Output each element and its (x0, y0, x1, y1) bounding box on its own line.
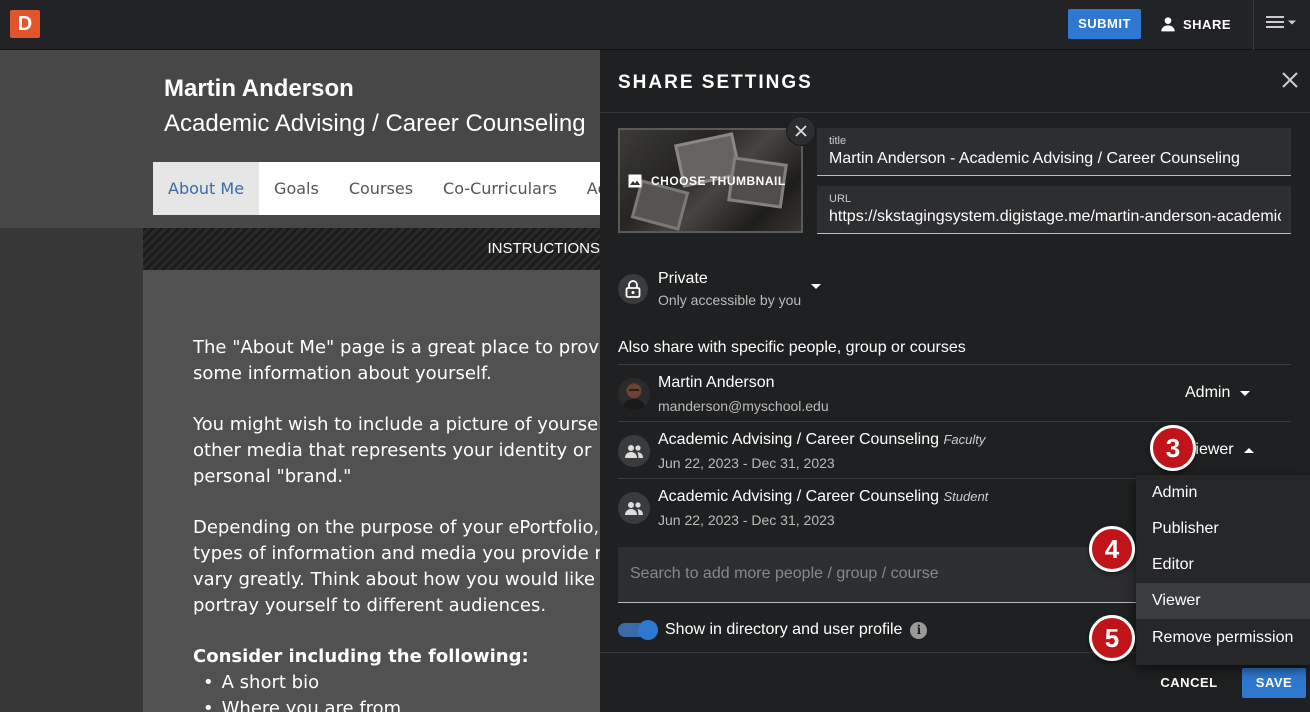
share-row: Martin Anderson manderson@myschool.edu A… (618, 364, 1291, 421)
hamburger-menu-icon (1266, 16, 1284, 28)
about-me-text: The "About Me" page is a great place to … (193, 335, 600, 712)
content-line: You might wish to include a picture of y… (193, 414, 600, 435)
group-icon (618, 435, 650, 467)
content-paragraph-1: The "About Me" page is a great place to … (193, 335, 600, 387)
top-bar: D SUBMIT SHARE (0, 0, 1310, 50)
thumbnail-label: CHOOSE THUMBNAIL (628, 174, 786, 188)
role-option-publisher[interactable]: Publisher (1136, 511, 1310, 547)
content-line: types of information and media you provi… (193, 543, 600, 564)
url-field-label: URL (829, 193, 852, 205)
group-name: Academic Advising / Career Counseling (658, 431, 940, 448)
content-paragraph-3: Depending on the purpose of your ePortfo… (193, 515, 600, 619)
cancel-button[interactable]: CANCEL (1150, 668, 1228, 698)
remove-thumbnail-button[interactable] (786, 116, 816, 146)
group-name: Academic Advising / Career Counseling (658, 488, 940, 505)
tab-courses[interactable]: Courses (334, 162, 428, 215)
group-tag: Student (943, 489, 989, 504)
callout-badge-5: 5 (1089, 615, 1135, 661)
url-field-value[interactable]: https://skstagingsystem.digistage.me/mar… (829, 208, 1281, 226)
save-button[interactable]: SAVE (1242, 668, 1306, 698)
callout-badge-4: 4 (1089, 526, 1135, 572)
tab-about-me[interactable]: About Me (153, 162, 260, 215)
image-icon (628, 174, 642, 188)
title-field[interactable]: title Martin Anderson - Academic Advisin… (817, 128, 1291, 176)
role-option-admin[interactable]: Admin (1136, 475, 1310, 511)
close-icon[interactable] (1280, 70, 1300, 90)
caret-down-icon (1240, 390, 1251, 396)
content-line: The "About Me" page is a great place to … (193, 337, 600, 358)
also-share-label: Also share with specific people, group o… (618, 339, 966, 356)
directory-toggle-row: Show in directory and user profile i (618, 620, 928, 640)
role-dropdown[interactable]: Admin (1185, 384, 1251, 402)
share-row-name: Academic Advising / Career Counseling St… (658, 488, 988, 506)
toggle-knob (638, 620, 658, 640)
profile-subtitle: Academic Advising / Career Counseling (164, 110, 586, 137)
app-logo[interactable]: D (10, 10, 40, 38)
instructions-label: INSTRUCTIONS (487, 240, 601, 257)
list-item: Where you are from (193, 696, 600, 712)
role-option-editor[interactable]: Editor (1136, 547, 1310, 583)
group-tag: Faculty (943, 432, 986, 447)
directory-toggle[interactable] (618, 620, 658, 640)
portfolio-page-background: Martin Anderson Academic Advising / Care… (0, 50, 600, 712)
privacy-text: Private Only accessible by you (658, 270, 801, 308)
content-line: vary greatly. Think about how you would … (193, 569, 600, 590)
title-field-label: title (829, 135, 847, 147)
choose-thumbnail-button[interactable]: CHOOSE THUMBNAIL (618, 128, 803, 233)
role-menu: Admin Publisher Editor Viewer Remove per… (1136, 475, 1310, 665)
content-line: Depending on the purpose of your ePortfo… (193, 517, 600, 538)
topbar-divider (1253, 0, 1254, 50)
submit-button[interactable]: SUBMIT (1068, 9, 1141, 39)
content-line: other media that represents your identit… (193, 440, 592, 461)
share-row-dates: Jun 22, 2023 - Dec 31, 2023 (658, 455, 835, 471)
left-sidebar-strip (0, 228, 143, 712)
person-icon (1161, 17, 1175, 32)
tab-goals[interactable]: Goals (259, 162, 334, 215)
search-placeholder: Search to add more people / group / cour… (630, 565, 939, 582)
page-content-area: The "About Me" page is a great place to … (143, 270, 600, 712)
panel-title: SHARE SETTINGS (618, 72, 813, 93)
group-icon (618, 492, 650, 524)
share-row-dates: Jun 22, 2023 - Dec 31, 2023 (658, 512, 835, 528)
callout-badge-3: 3 (1150, 425, 1196, 471)
role-option-viewer[interactable]: Viewer (1136, 583, 1310, 619)
caret-down-icon (811, 283, 822, 289)
share-row-name: Martin Anderson (658, 374, 775, 391)
thumbnail-label-text: CHOOSE THUMBNAIL (651, 174, 786, 188)
caret-up-icon (1243, 447, 1254, 453)
avatar (618, 378, 650, 410)
caret-down-icon (1288, 20, 1296, 24)
main-menu-button[interactable] (1266, 15, 1296, 29)
content-line: some information about yourself. (193, 363, 492, 384)
privacy-selector[interactable]: Private Only accessible by you (618, 270, 822, 308)
url-field[interactable]: URL https://skstagingsystem.digistage.me… (817, 186, 1291, 234)
info-icon[interactable]: i (910, 621, 928, 639)
instructions-bar[interactable]: INSTRUCTIONS (143, 228, 600, 270)
lock-icon (618, 274, 648, 304)
content-line: portray yourself to different audiences. (193, 595, 547, 616)
list-item: A short bio (193, 670, 600, 696)
share-row-name: Academic Advising / Career Counseling Fa… (658, 431, 985, 449)
tab-co-curriculars[interactable]: Co-Curriculars (428, 162, 572, 215)
profile-name: Martin Anderson (164, 75, 354, 102)
role-option-remove-permission[interactable]: Remove permission (1136, 620, 1310, 656)
directory-toggle-label: Show in directory and user profile (665, 621, 903, 638)
consider-heading: Consider including the following: (193, 646, 529, 667)
share-button[interactable]: SHARE (1160, 9, 1231, 39)
consider-list: A short bio Where you are from (193, 670, 600, 712)
privacy-level: Private (658, 270, 708, 287)
share-row-email: manderson@myschool.edu (658, 398, 829, 414)
content-line: personal "brand." (193, 466, 352, 487)
portfolio-nav-tabs: About Me Goals Courses Co-Curriculars Ac… (153, 162, 600, 215)
content-paragraph-2: You might wish to include a picture of y… (193, 412, 600, 490)
share-button-label: SHARE (1183, 16, 1232, 32)
panel-divider (600, 112, 1310, 113)
close-icon (795, 125, 807, 137)
title-field-value[interactable]: Martin Anderson - Academic Advising / Ca… (829, 150, 1281, 168)
role-label: Admin (1185, 384, 1231, 401)
privacy-description: Only accessible by you (658, 292, 802, 308)
tab-achievements[interactable]: Ach (572, 162, 600, 215)
